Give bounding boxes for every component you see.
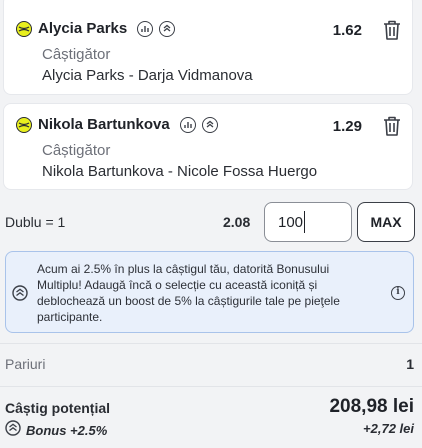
bonus-multiplier-icon [5, 420, 21, 441]
selection-odd: 1.29 [332, 118, 362, 135]
stats-icon[interactable] [179, 116, 196, 133]
max-button[interactable]: MAX [357, 202, 415, 242]
bonus-label: Bonus +2.5% [26, 423, 108, 438]
bonus-notice-text: Acum ai 2.5% în plus la câștigul tău, da… [37, 262, 340, 324]
trash-icon[interactable] [382, 19, 402, 41]
bonus-row: Bonus +2.5% [5, 420, 107, 441]
tennis-ball-icon [16, 20, 32, 37]
selection-header: Nikola Bartunkova [16, 116, 218, 133]
stats-icon[interactable] [137, 20, 154, 37]
trash-icon[interactable] [382, 115, 402, 137]
pariuri-label: Pariuri [5, 356, 46, 372]
bonus-value: +2,72 lei [363, 421, 414, 436]
selection-card-2: Nikola Bartunkova 1.29 Câștigător Nikola… [3, 103, 413, 190]
event-name: Nikola Bartunkova - Nicole Fossa Huergo [42, 163, 318, 180]
pariuri-value: 1 [406, 356, 414, 372]
bonus-multiplier-icon [159, 20, 176, 37]
selection-odd: 1.62 [332, 22, 362, 39]
selection-card-1: Alycia Parks 1.62 Câștigător Alycia Park… [3, 0, 413, 95]
bet-type-label: Dublu = 1 [5, 214, 66, 230]
divider [0, 386, 422, 387]
bonus-multiplier-icon [12, 285, 28, 301]
bonus-multiplier-icon [201, 116, 218, 133]
player-name: Nikola Bartunkova [38, 116, 170, 133]
tennis-ball-icon [16, 116, 32, 133]
text-caret [304, 211, 305, 233]
player-name: Alycia Parks [38, 20, 128, 37]
market-label: Câștigător [42, 46, 111, 63]
potential-win-value: 208,98 lei [329, 396, 414, 417]
event-name: Alycia Parks - Darja Vidmanova [42, 67, 253, 84]
bonus-notice: Acum ai 2.5% în plus la câștigul tău, da… [5, 251, 414, 333]
potential-win-label: Câștig potențial [5, 400, 111, 416]
info-icon[interactable]: i [391, 286, 405, 300]
selection-header: Alycia Parks [16, 20, 176, 37]
total-odd: 2.08 [223, 214, 251, 230]
stake-input[interactable] [264, 202, 352, 242]
market-label: Câștigător [42, 142, 111, 159]
divider [0, 343, 422, 344]
